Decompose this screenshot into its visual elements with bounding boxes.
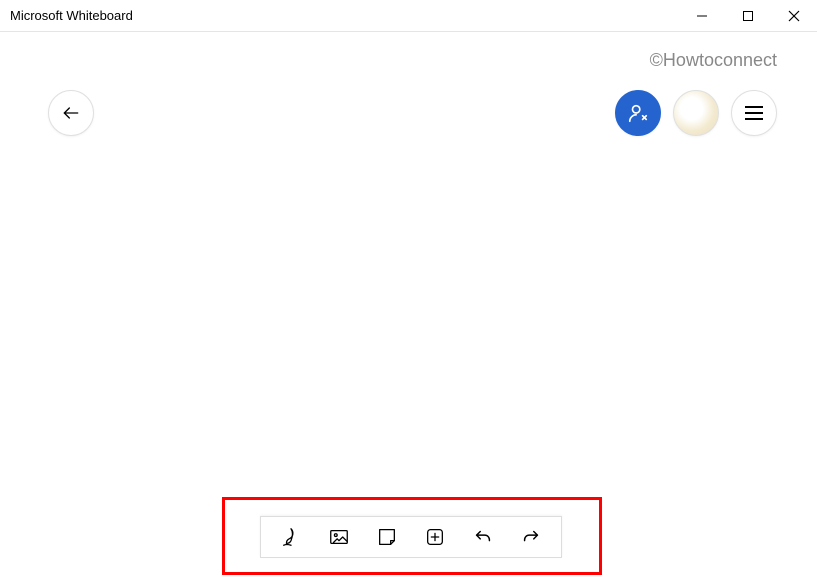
window-controls: [679, 0, 817, 31]
top-left-controls: [48, 90, 94, 136]
top-right-controls: [615, 90, 777, 136]
add-square-icon: [424, 526, 446, 548]
ink-pen-icon: [280, 526, 302, 548]
share-person-icon: [627, 102, 649, 124]
close-button[interactable]: [771, 0, 817, 32]
add-button[interactable]: [415, 517, 455, 557]
back-button[interactable]: [48, 90, 94, 136]
hamburger-menu-icon: [745, 106, 763, 120]
undo-icon: [472, 526, 494, 548]
maximize-icon: [742, 10, 754, 22]
redo-button[interactable]: [511, 517, 551, 557]
close-icon: [788, 10, 800, 22]
sticky-note-icon: [376, 526, 398, 548]
title-bar: Microsoft Whiteboard: [0, 0, 817, 32]
image-icon: [328, 526, 350, 548]
minimize-icon: [696, 10, 708, 22]
undo-button[interactable]: [463, 517, 503, 557]
bottom-toolbar: [260, 516, 562, 558]
whiteboard-canvas[interactable]: [0, 150, 817, 510]
minimize-button[interactable]: [679, 0, 725, 32]
redo-icon: [520, 526, 542, 548]
window-title: Microsoft Whiteboard: [10, 8, 679, 23]
share-button[interactable]: [615, 90, 661, 136]
maximize-button[interactable]: [725, 0, 771, 32]
sticky-note-button[interactable]: [367, 517, 407, 557]
insert-image-button[interactable]: [319, 517, 359, 557]
user-avatar[interactable]: [673, 90, 719, 136]
settings-menu-button[interactable]: [731, 90, 777, 136]
watermark-text: ©Howtoconnect: [650, 50, 777, 71]
back-arrow-icon: [61, 103, 81, 123]
pen-tool-button[interactable]: [271, 517, 311, 557]
